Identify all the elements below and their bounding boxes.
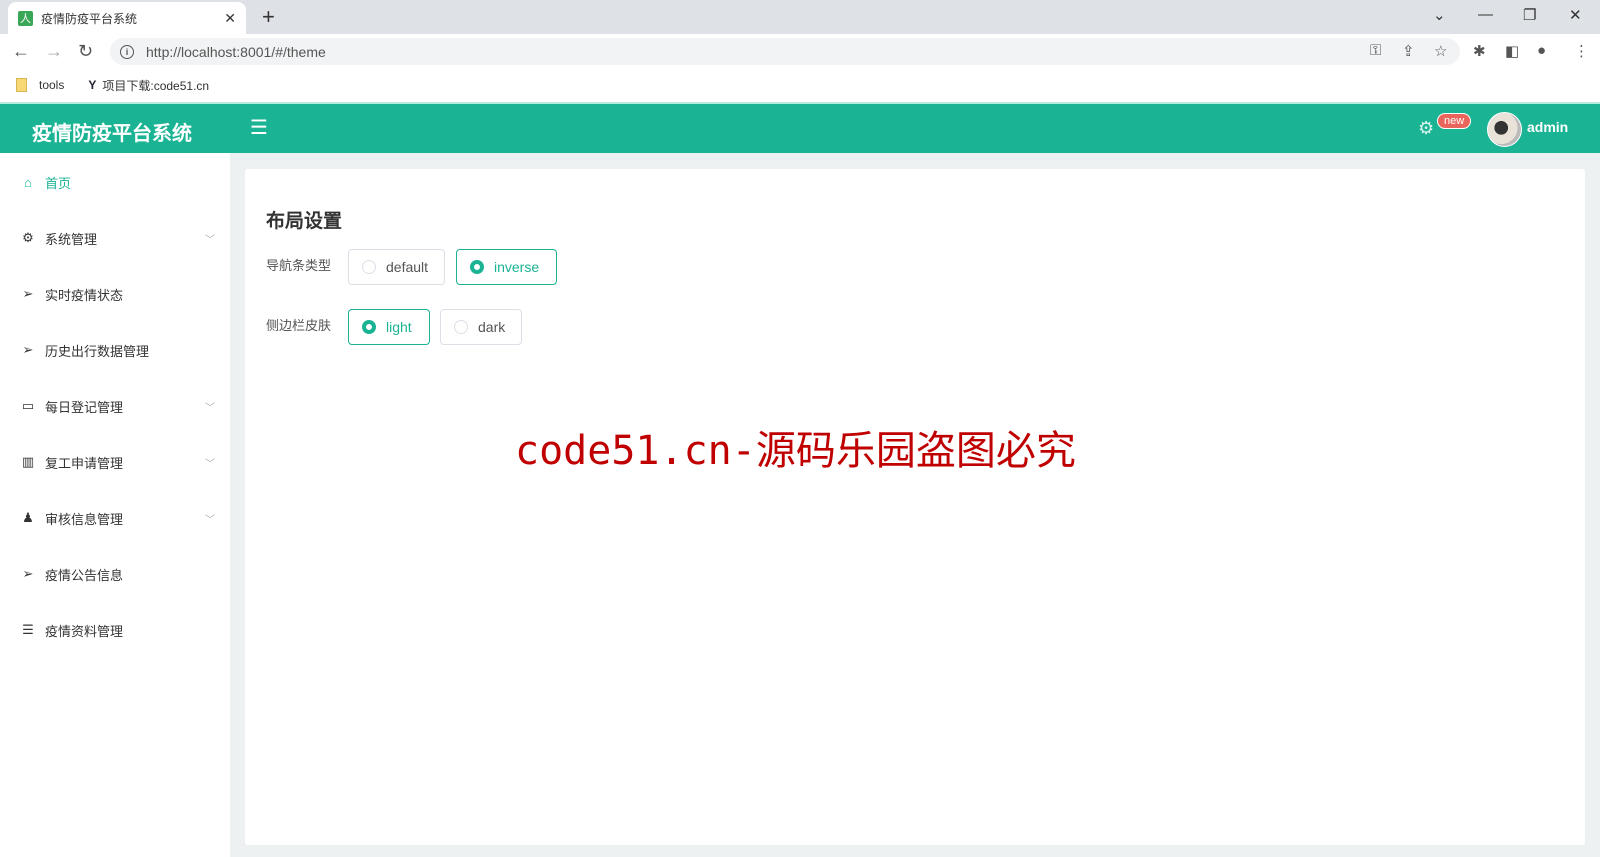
sidebar-item-realtime[interactable]: ➢ 实时疫情状态 (20, 282, 215, 306)
send-icon: ➢ (22, 566, 34, 581)
star-icon[interactable]: ☆ (1434, 42, 1447, 60)
key-icon[interactable]: ⚿ (1370, 42, 1381, 59)
favicon-icon: 人 (18, 10, 33, 26)
sidebar-item-notice[interactable]: ➢ 疫情公告信息 (20, 562, 215, 586)
radio-skin-dark[interactable]: dark (440, 309, 522, 345)
sidebar-item-label: 疫情公告信息 (45, 567, 124, 583)
chevron-down-icon: ﹀ (205, 234, 215, 246)
sidebar-skin-label: 侧边栏皮肤 (266, 318, 332, 333)
chevron-down-icon: ﹀ (205, 458, 215, 470)
sidebar-item-label: 系统管理 (45, 231, 98, 247)
radio-circle (454, 320, 468, 334)
sidebar-item-label: 实时疫情状态 (45, 287, 124, 303)
sidebar-item-resume[interactable]: ▥ 复工申请管理 ﹀ (20, 450, 215, 474)
sidebar-item-audit[interactable]: ♟ 审核信息管理 ﹀ (20, 506, 215, 530)
sidebar-item-label: 审核信息管理 (45, 511, 124, 527)
side-panel-icon[interactable]: ◧ (1505, 42, 1519, 60)
message-icon: ▭ (21, 398, 35, 413)
bookmarks-bar: tools Y 项目下载:code51.cn (0, 68, 1600, 102)
radio-circle (362, 260, 376, 274)
profile-icon[interactable]: ● (1537, 42, 1546, 59)
folder-icon (16, 78, 27, 92)
radio-skin-light[interactable]: light (348, 309, 430, 345)
y-logo-icon: Y (88, 78, 97, 92)
send-icon: ➢ (22, 342, 34, 357)
layout-settings-card: 布局设置 导航条类型 default inverse 侧边栏皮肤 light d… (245, 169, 1585, 845)
new-badge: new (1437, 113, 1472, 129)
radio-circle (470, 260, 484, 274)
sidebar-item-materials[interactable]: ☰ 疫情资料管理 (20, 618, 215, 642)
address-bar: ← → ↻ i http://localhost:8001/#/theme ⚿ … (0, 34, 1600, 68)
chart-bar-icon: ▥ (21, 454, 35, 469)
url-text: http://localhost:8001/#/theme (146, 43, 326, 60)
share-icon[interactable]: ⇪ (1402, 42, 1415, 60)
radio-label: default (386, 259, 429, 275)
username[interactable]: admin (1527, 119, 1568, 135)
tab-search-icon[interactable]: ⌄ (1433, 6, 1446, 24)
send-icon: ➢ (22, 286, 34, 301)
sidebar-item-history[interactable]: ➢ 历史出行数据管理 (20, 338, 215, 362)
info-icon[interactable]: i (120, 44, 134, 59)
sidebar-item-system[interactable]: ⚙ 系统管理 ﹀ (20, 226, 215, 250)
menu-icon[interactable]: ⋮ (1574, 42, 1589, 60)
app-title: 疫情防疫平台系统 (32, 123, 192, 145)
radio-label: inverse (494, 259, 540, 275)
main-content: 布局设置 导航条类型 default inverse 侧边栏皮肤 light d… (230, 153, 1600, 857)
restore-icon[interactable]: ❐ (1523, 6, 1536, 24)
close-window-icon[interactable]: ✕ (1569, 6, 1582, 24)
navbar-type-label: 导航条类型 (266, 258, 332, 273)
chevron-down-icon: ﹀ (205, 402, 215, 414)
url-input[interactable]: i http://localhost:8001/#/theme (110, 38, 1460, 65)
home-icon: ⌂ (24, 174, 32, 190)
sidebar-item-label: 首页 (45, 175, 72, 191)
sidebar-item-label: 复工申请管理 (45, 455, 124, 471)
sidebar-item-home[interactable]: ⌂ 首页 (20, 170, 215, 194)
sidebar-item-label: 疫情资料管理 (45, 623, 124, 639)
page-title: 布局设置 (266, 211, 343, 232)
sidebar-item-daily[interactable]: ▭ 每日登记管理 ﹀ (20, 394, 215, 418)
radio-label: light (386, 319, 412, 335)
forward-icon[interactable]: → (45, 41, 63, 62)
browser-tab-bar: 人 疫情防疫平台系统 ✕ + ⌄ — ❐ ✕ (0, 0, 1600, 34)
chevron-down-icon: ﹀ (205, 514, 215, 526)
menu-toggle-icon[interactable]: ☰ (250, 115, 268, 140)
sidebar: ⌂ 首页 ⚙ 系统管理 ﹀ ➢ 实时疫情状态 ➢ 历史出行数据管理 ▭ 每日登记管理 ﹀ ▥ 复… (0, 153, 230, 857)
settings-gear-icon[interactable]: ⚙ (1418, 118, 1434, 139)
extensions-icon[interactable]: ✱ (1473, 42, 1486, 60)
radio-circle (362, 320, 376, 334)
browser-tab[interactable]: 人 疫情防疫平台系统 ✕ (8, 2, 246, 34)
avatar[interactable] (1487, 112, 1522, 147)
back-icon[interactable]: ← (12, 41, 30, 62)
list-icon: ☰ (22, 622, 34, 637)
close-tab-icon[interactable]: ✕ (224, 10, 236, 27)
radio-navbar-inverse[interactable]: inverse (456, 249, 557, 285)
sidebar-item-label: 每日登记管理 (45, 399, 124, 415)
bookmark-code51[interactable]: 项目下载:code51.cn (102, 77, 209, 94)
bookmark-tools[interactable]: tools (39, 78, 64, 92)
radio-navbar-default[interactable]: default (348, 249, 445, 285)
app-header: 疫情防疫平台系统 ☰ ⚙ new admin (0, 102, 1600, 153)
gear-icon: ⚙ (22, 230, 34, 245)
user-secret-icon: ♟ (22, 510, 34, 525)
reload-icon[interactable]: ↻ (78, 41, 93, 62)
radio-label: dark (478, 319, 506, 335)
new-tab-icon[interactable]: + (262, 4, 275, 30)
watermark: code51.cn-源码乐园盗图必究 (515, 428, 1076, 474)
minimize-icon[interactable]: — (1478, 6, 1493, 23)
tab-title: 疫情防疫平台系统 (41, 11, 138, 26)
sidebar-item-label: 历史出行数据管理 (45, 343, 150, 359)
